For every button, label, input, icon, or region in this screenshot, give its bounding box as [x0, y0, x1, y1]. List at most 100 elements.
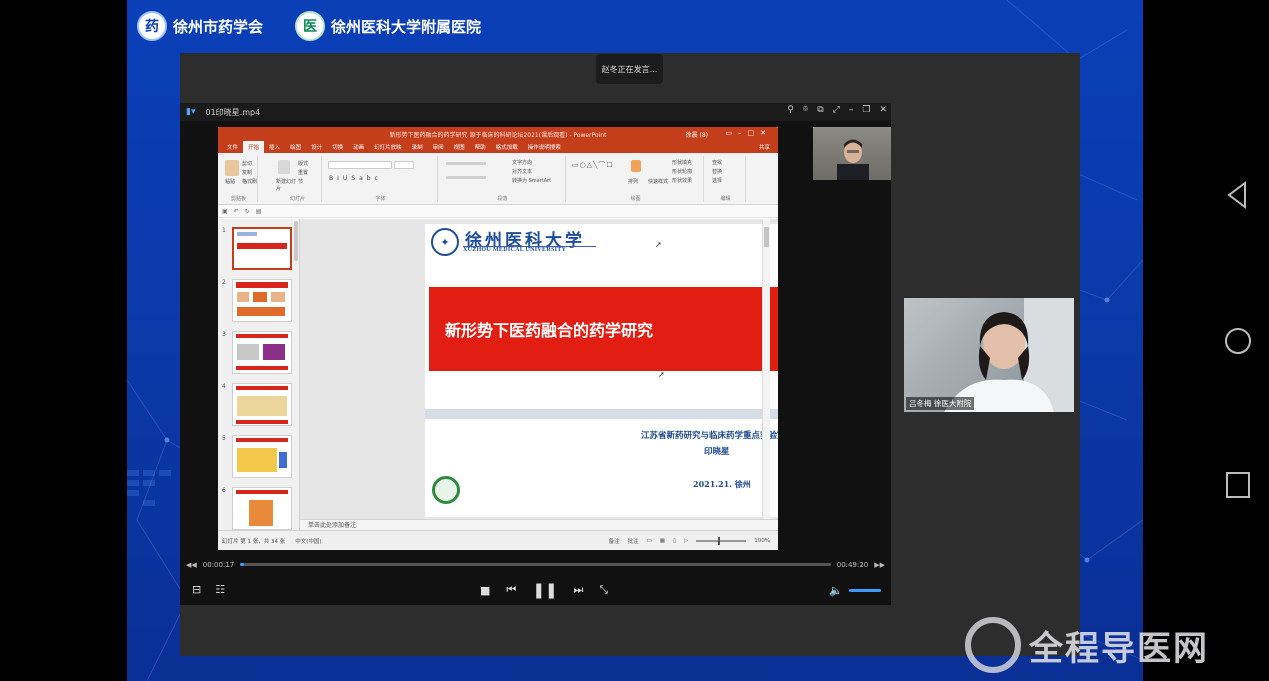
ribbon-tab[interactable]: 绘图	[285, 141, 306, 153]
ribbon-group-slides: 新建幻灯片 版式 重置 节 幻灯片	[274, 156, 322, 202]
slide-scrollbar[interactable]	[762, 219, 770, 519]
view-slideshow-icon[interactable]: ▷	[684, 538, 688, 544]
next-icon[interactable]: ⏭	[573, 583, 583, 597]
ribbon-group-label: 编辑	[720, 196, 731, 202]
list-icons[interactable]	[446, 162, 486, 165]
settings-sliders-icon[interactable]: ☷	[215, 583, 225, 596]
ribbon-tab[interactable]: 帮助	[470, 141, 491, 153]
restore-icon[interactable]: ❐	[862, 105, 870, 115]
text-direction-label[interactable]: 文字方向	[512, 159, 532, 166]
view-reading-icon[interactable]: ▯	[673, 538, 676, 544]
ribbon-tab[interactable]: 审阅	[428, 141, 449, 153]
ribbon-tab[interactable]: 开始	[243, 141, 265, 153]
previous-icon[interactable]: ⏮	[506, 583, 516, 597]
thumbnails-scrollbar[interactable]	[294, 221, 298, 261]
rewind-icon[interactable]: ◀◀	[186, 561, 197, 569]
paste-icon[interactable]	[225, 160, 239, 176]
notes-pane[interactable]: 单击此处添加备注	[300, 519, 778, 530]
smartart-label[interactable]: 转换为 SmartArt	[512, 177, 551, 184]
align-text-label[interactable]: 对齐文本	[512, 168, 532, 175]
font-format-icons[interactable]: BIUSabc	[329, 175, 382, 182]
ribbon-group-font: BIUSabc 字体	[324, 156, 438, 202]
paste-label[interactable]: 粘贴	[225, 178, 235, 185]
location-icon[interactable]: ⌾	[803, 105, 808, 115]
fast-forward-icon[interactable]: ▶▶	[874, 561, 885, 569]
minimize-icon[interactable]: –	[849, 105, 854, 115]
pin-icon[interactable]: ⚲	[787, 105, 794, 115]
section-label[interactable]: 节	[298, 178, 303, 185]
ribbon-group-label: 绘图	[630, 196, 641, 202]
align-icons[interactable]	[446, 176, 486, 179]
comments-toggle[interactable]: 批注	[628, 537, 639, 545]
recents-icon[interactable]	[1223, 470, 1253, 500]
arrange-icon[interactable]	[631, 160, 641, 172]
font-name-box[interactable]	[328, 161, 392, 169]
select-label[interactable]: 选择	[712, 177, 722, 184]
ribbon-tab[interactable]: 格式加载	[491, 141, 523, 153]
find-label[interactable]: 查找	[712, 159, 722, 166]
slide-thumbnail-1[interactable]	[232, 227, 292, 270]
ppt-window-title: 新形势下医药融合的药学研究 源于临床的科研论坛2021(课后观看) - Powe…	[389, 131, 607, 139]
watermark-text: 全程导医网	[1029, 628, 1209, 669]
slide-thumbnail-6[interactable]	[232, 487, 292, 530]
new-slide-icon[interactable]	[278, 160, 290, 174]
notes-toggle[interactable]: 备注	[609, 537, 620, 545]
shape-effects-label[interactable]: 形状效果	[672, 177, 692, 184]
save-icon[interactable]: ▣	[222, 208, 228, 215]
back-icon[interactable]	[1223, 180, 1253, 210]
slide-thumbnail-5[interactable]	[232, 435, 292, 478]
arrange-label[interactable]: 排列	[628, 178, 638, 185]
redo-icon[interactable]: ↻	[245, 208, 250, 215]
slide-thumbnail-2[interactable]	[232, 279, 292, 322]
expand-icon[interactable]: ⤡	[599, 583, 608, 597]
zoom-slider[interactable]	[696, 536, 747, 545]
fullscreen-icon[interactable]: ⤢	[833, 105, 840, 115]
home-icon[interactable]	[1223, 326, 1253, 356]
ribbon-tab[interactable]: 操作说明搜索	[523, 141, 566, 153]
player-menu-icon[interactable]: ▮▾	[186, 107, 195, 117]
slide-thumbnail-3[interactable]	[232, 331, 292, 374]
screenshot-icon[interactable]: ⧉	[817, 105, 823, 115]
ribbon-tab[interactable]: 幻灯片放映	[369, 141, 407, 153]
ribbon-tab[interactable]: 录制	[407, 141, 428, 153]
replace-label[interactable]: 替换	[712, 168, 722, 175]
view-sorter-icon[interactable]: ▦	[660, 538, 665, 544]
participant-video-1[interactable]	[813, 127, 891, 180]
reset-label[interactable]: 重置	[298, 169, 308, 176]
ribbon-tab[interactable]: 动画	[348, 141, 369, 153]
stop-icon[interactable]: ■	[480, 584, 490, 597]
pause-icon[interactable]: ❚❚	[532, 581, 557, 599]
copy-label[interactable]: 复制	[242, 169, 252, 176]
close-icon[interactable]: ✕	[879, 105, 887, 115]
shape-fill-label[interactable]: 形状填充	[672, 159, 692, 166]
current-slide: ✦ 徐州医科大学 XUZHOU MEDICAL UNIVERSITY ➚ 新形势…	[425, 224, 778, 517]
ribbon-tab[interactable]: 切换	[327, 141, 348, 153]
view-normal-icon[interactable]: ▭	[647, 538, 652, 544]
volume-icon[interactable]: 🔈	[829, 584, 843, 597]
zoom-level[interactable]: 100%	[754, 538, 770, 544]
volume-slider[interactable]	[849, 589, 881, 592]
ribbon-group-label: 字体	[375, 196, 386, 202]
format-painter-label[interactable]: 格式刷	[242, 178, 257, 185]
cut-label[interactable]: 剪切	[242, 160, 252, 167]
ribbon-tab[interactable]: 视图	[449, 141, 470, 153]
shape-outline-label[interactable]: 形状轮廓	[672, 168, 692, 175]
new-slide-label[interactable]: 新建幻灯片	[276, 178, 300, 192]
shapes-gallery-icon[interactable]: ▭○△╲⌒☐	[572, 160, 614, 170]
ribbon-tab[interactable]: 设计	[306, 141, 327, 153]
playlist-icon[interactable]: ⊟	[192, 583, 201, 596]
participant-video-2[interactable]: 吕冬梅 徐医大附院	[904, 298, 1074, 412]
font-size-box[interactable]	[394, 161, 414, 169]
ppt-share-button[interactable]: 共享	[754, 141, 778, 153]
ribbon-tab[interactable]: 插入	[264, 141, 285, 153]
seek-bar[interactable]	[240, 563, 831, 566]
slide-thumbnail-4[interactable]	[232, 383, 292, 426]
playback-controls: ⊟ ☷ ■ ⏮ ❚❚ ⏭ ⤡ 🔈	[180, 573, 891, 605]
ppt-titlebar: 新形势下医药融合的药学研究 源于临床的科研论坛2021(课后观看) - Powe…	[218, 127, 778, 141]
quick-styles-label[interactable]: 快速样式	[648, 178, 668, 185]
start-slideshow-icon[interactable]: ▤	[256, 208, 262, 215]
undo-icon[interactable]: ↶	[234, 208, 239, 215]
player-titlebar: ▮▾ 01印晓星.mp4 ⚲ ⌾ ⧉ ⤢ – ❐ ✕	[180, 103, 891, 121]
layout-label[interactable]: 版式	[298, 160, 308, 167]
ribbon-tab[interactable]: 文件	[222, 141, 243, 153]
